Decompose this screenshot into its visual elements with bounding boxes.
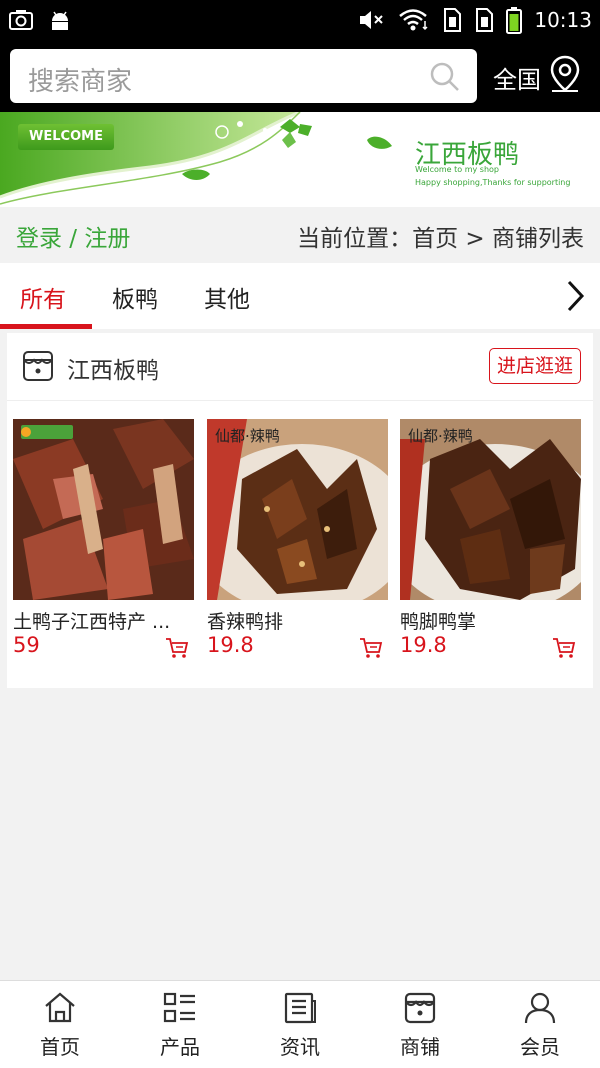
nav-label: 会员 [520, 1035, 560, 1059]
shop-header: 江西板鸭 进店逛逛 [7, 333, 593, 401]
product-price: 19.8 [400, 633, 447, 657]
shop-name[interactable]: 江西板鸭 [67, 351, 159, 385]
bottom-nav: 首页 产品 资讯 商铺 会员 [0, 980, 600, 1068]
home-icon[interactable] [43, 991, 77, 1029]
nav-label: 首页 [40, 1035, 80, 1059]
nav-news[interactable]: 资讯 [240, 981, 360, 1068]
region-selector[interactable]: 全国 [493, 60, 541, 95]
product-card[interactable]: 土鸭子江西特产 ... 59 [13, 419, 194, 658]
store-icon[interactable] [403, 991, 437, 1029]
tab-banya[interactable]: 板鸭 [112, 280, 158, 314]
sim1-icon [442, 7, 462, 33]
brand-watermark: 仙都·辣鸭 [408, 427, 473, 445]
tab-other[interactable]: 其他 [204, 280, 250, 314]
product-price: 19.8 [207, 633, 254, 657]
sim2-icon [474, 7, 494, 33]
mute-icon [358, 7, 386, 33]
product-name[interactable]: 鸭脚鸭掌 [400, 607, 581, 634]
chevron-right-icon[interactable] [564, 279, 586, 317]
list-icon[interactable] [163, 991, 197, 1029]
visit-shop-button[interactable]: 进店逛逛 [488, 348, 581, 384]
wifi-icon [398, 7, 430, 33]
active-tab-indicator [0, 324, 92, 329]
banner-subtitle-1: Welcome to my shop [415, 165, 499, 174]
android-icon [48, 8, 72, 32]
nav-home[interactable]: 首页 [0, 981, 120, 1068]
search-input[interactable]: 搜索商家 [10, 49, 477, 103]
nav-label: 商铺 [400, 1035, 440, 1059]
brand-watermark: 仙都·辣鸭 [215, 427, 280, 445]
category-tabs: 所有 板鸭 其他 [0, 263, 600, 329]
nav-member[interactable]: 会员 [480, 981, 600, 1068]
nav-label: 产品 [160, 1035, 200, 1059]
news-icon[interactable] [283, 991, 317, 1029]
battery-icon [506, 6, 523, 34]
location-pin-icon[interactable] [548, 54, 582, 98]
product-image[interactable] [13, 419, 194, 600]
shop-banner: WELCOME 江西板鸭 Welcome to my shop Happy sh… [0, 112, 600, 207]
cart-icon[interactable] [359, 637, 383, 663]
product-image[interactable]: 仙都·辣鸭 [400, 419, 581, 600]
search-placeholder: 搜索商家 [28, 67, 133, 97]
search-icon[interactable] [429, 61, 461, 97]
status-bar: 10:13 [0, 0, 600, 40]
product-name[interactable]: 香辣鸭排 [207, 607, 388, 634]
top-bar: 搜索商家 全国 [0, 40, 600, 112]
nav-stores[interactable]: 商铺 [360, 981, 480, 1068]
cart-icon[interactable] [552, 637, 576, 663]
login-register-link[interactable]: 登录 / 注册 [16, 219, 130, 253]
welcome-tag: WELCOME [18, 124, 114, 150]
user-icon[interactable] [523, 991, 557, 1029]
product-card[interactable]: 仙都·辣鸭 香辣鸭排 19.8 [207, 419, 388, 658]
info-strip: 登录 / 注册 当前位置：首页 > 商铺列表 [0, 207, 600, 263]
banner-subtitle-2: Happy shopping,Thanks for supporting [415, 178, 571, 187]
screenshot-icon [8, 8, 34, 32]
tab-all[interactable]: 所有 [20, 280, 66, 314]
product-price: 59 [13, 633, 40, 657]
clock: 10:13 [534, 8, 592, 32]
product-name[interactable]: 土鸭子江西特产 ... [13, 607, 194, 634]
product-card[interactable]: 仙都·辣鸭 鸭脚鸭掌 19.8 [400, 419, 581, 658]
breadcrumb: 当前位置：首页 > 商铺列表 [297, 226, 584, 252]
product-image[interactable]: 仙都·辣鸭 [207, 419, 388, 600]
nav-label: 资讯 [280, 1035, 320, 1059]
nav-products[interactable]: 产品 [120, 981, 240, 1068]
cart-icon[interactable] [165, 637, 189, 663]
store-icon [21, 349, 55, 387]
shop-card: 江西板鸭 进店逛逛 土鸭子江西特产 ... 59 仙都·辣鸭 香辣鸭排 19.8… [7, 333, 593, 688]
